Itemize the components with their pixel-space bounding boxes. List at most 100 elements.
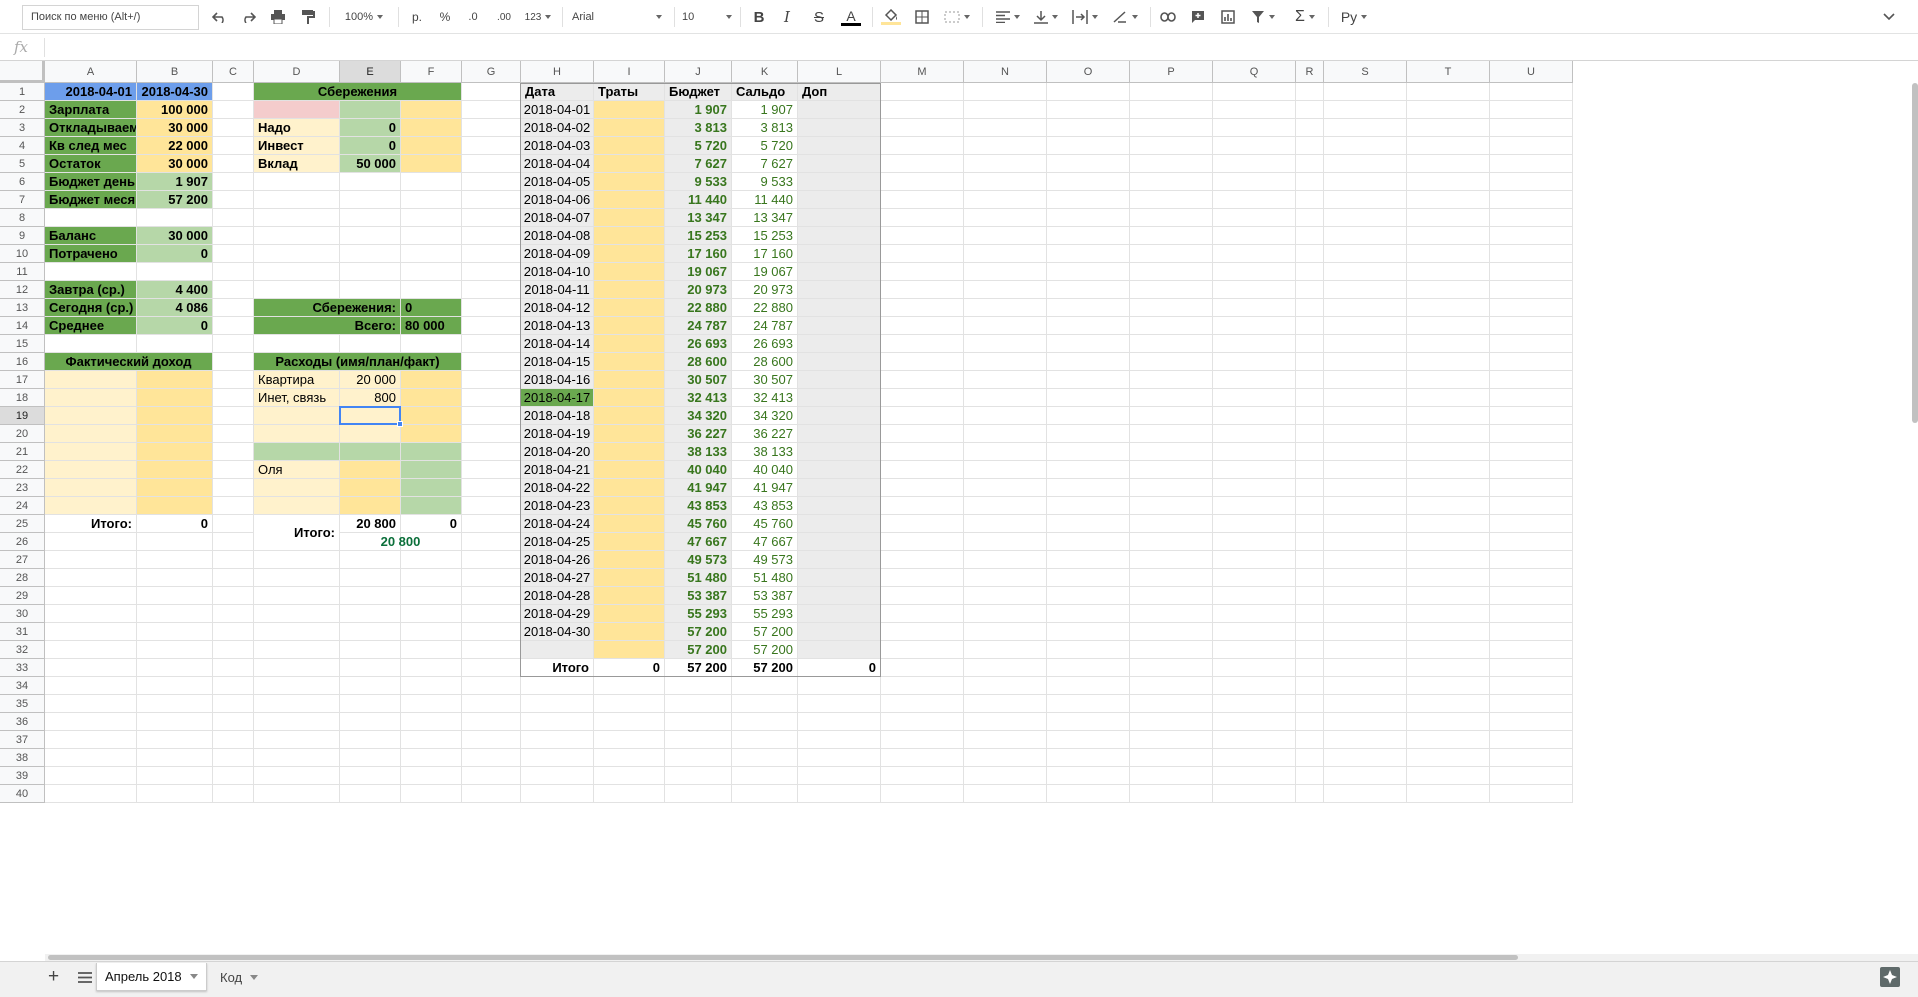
empty-cell[interactable] [1213, 497, 1296, 515]
empty-cell[interactable] [1047, 209, 1130, 227]
empty-cell[interactable] [254, 587, 340, 605]
empty-cell[interactable] [1407, 299, 1490, 317]
empty-cell[interactable] [462, 119, 521, 137]
empty-cell[interactable] [1047, 83, 1130, 101]
cell-f24[interactable] [401, 497, 462, 515]
traty-cell[interactable] [594, 299, 665, 317]
empty-cell[interactable] [462, 281, 521, 299]
empty-cell[interactable] [45, 569, 137, 587]
empty-cell[interactable] [732, 695, 798, 713]
cell-d16[interactable]: Расходы (имя/план/факт) [254, 353, 462, 371]
cell-e17[interactable]: 20 000 [340, 371, 401, 389]
traty-cell[interactable] [594, 191, 665, 209]
empty-cell[interactable] [1047, 191, 1130, 209]
saldo-cell[interactable]: 11 440 [732, 191, 798, 209]
empty-cell[interactable] [1490, 83, 1573, 101]
row-header-32[interactable]: 32 [0, 641, 45, 659]
dop-cell[interactable] [798, 245, 881, 263]
date-cell[interactable]: 2018-04-08 [521, 227, 594, 245]
cell-e24[interactable] [340, 497, 401, 515]
saldo-cell[interactable]: 3 813 [732, 119, 798, 137]
saldo-cell[interactable]: 34 320 [732, 407, 798, 425]
budget-cell[interactable]: 19 067 [665, 263, 732, 281]
empty-cell[interactable] [1490, 317, 1573, 335]
empty-cell[interactable] [594, 695, 665, 713]
budget-cell[interactable]: 30 507 [665, 371, 732, 389]
empty-cell[interactable] [45, 623, 137, 641]
empty-cell[interactable] [1490, 677, 1573, 695]
empty-cell[interactable] [1047, 713, 1130, 731]
empty-cell[interactable] [1324, 371, 1407, 389]
traty-cell[interactable] [594, 533, 665, 551]
column-header-f[interactable]: F [401, 61, 462, 83]
empty-cell[interactable] [1407, 623, 1490, 641]
cell-d17[interactable]: Квартира [254, 371, 340, 389]
empty-cell[interactable] [1324, 767, 1407, 785]
column-header-a[interactable]: A [45, 61, 137, 83]
empty-cell[interactable] [401, 209, 462, 227]
saldo-cell[interactable]: 47 667 [732, 533, 798, 551]
empty-cell[interactable] [1407, 641, 1490, 659]
date-cell[interactable]: 2018-04-21 [521, 461, 594, 479]
empty-cell[interactable] [45, 767, 137, 785]
saldo-cell[interactable]: 55 293 [732, 605, 798, 623]
saldo-cell[interactable]: 22 880 [732, 299, 798, 317]
empty-cell[interactable] [1296, 263, 1324, 281]
column-header-k[interactable]: K [732, 61, 798, 83]
empty-cell[interactable] [881, 101, 964, 119]
empty-cell[interactable] [213, 677, 254, 695]
empty-cell[interactable] [798, 695, 881, 713]
empty-cell[interactable] [254, 227, 340, 245]
row-header-20[interactable]: 20 [0, 425, 45, 443]
empty-cell[interactable] [881, 389, 964, 407]
total-label[interactable]: Итого [521, 659, 594, 677]
budget-cell[interactable]: 17 160 [665, 245, 732, 263]
empty-cell[interactable] [1407, 209, 1490, 227]
empty-cell[interactable] [964, 371, 1047, 389]
budget-cell[interactable]: 38 133 [665, 443, 732, 461]
empty-cell[interactable] [964, 83, 1047, 101]
empty-cell[interactable] [213, 299, 254, 317]
total-dop[interactable]: 0 [798, 659, 881, 677]
empty-cell[interactable] [401, 713, 462, 731]
empty-cell[interactable] [1213, 209, 1296, 227]
empty-cell[interactable] [1130, 353, 1213, 371]
fill-color-icon[interactable] [878, 5, 904, 29]
empty-cell[interactable] [1407, 101, 1490, 119]
traty-cell[interactable] [594, 425, 665, 443]
row-header-34[interactable]: 34 [0, 677, 45, 695]
cell-f20[interactable] [401, 425, 462, 443]
empty-cell[interactable] [1407, 281, 1490, 299]
row-header-35[interactable]: 35 [0, 695, 45, 713]
empty-cell[interactable] [964, 605, 1047, 623]
empty-cell[interactable] [213, 713, 254, 731]
saldo-cell[interactable]: 53 387 [732, 587, 798, 605]
italic-button[interactable]: I [776, 5, 798, 29]
empty-cell[interactable] [462, 677, 521, 695]
empty-cell[interactable] [1407, 227, 1490, 245]
cell-a13[interactable]: Сегодня (ср.) [45, 299, 137, 317]
empty-cell[interactable] [964, 353, 1047, 371]
empty-cell[interactable] [1296, 713, 1324, 731]
empty-cell[interactable] [881, 515, 964, 533]
empty-cell[interactable] [665, 749, 732, 767]
zoom-select[interactable]: 100% [336, 5, 392, 29]
empty-cell[interactable] [45, 641, 137, 659]
empty-cell[interactable] [1047, 173, 1130, 191]
empty-cell[interactable] [1130, 623, 1213, 641]
cell-d23[interactable] [254, 479, 340, 497]
traty-cell[interactable] [594, 407, 665, 425]
empty-cell[interactable] [1407, 515, 1490, 533]
cell-a16[interactable]: Фактический доход [45, 353, 213, 371]
saldo-cell[interactable]: 19 067 [732, 263, 798, 281]
empty-cell[interactable] [254, 209, 340, 227]
empty-cell[interactable] [1130, 713, 1213, 731]
empty-cell[interactable] [1324, 173, 1407, 191]
empty-cell[interactable] [401, 785, 462, 803]
empty-cell[interactable] [1047, 659, 1130, 677]
cell-f23[interactable] [401, 479, 462, 497]
empty-cell[interactable] [1296, 461, 1324, 479]
empty-cell[interactable] [1047, 119, 1130, 137]
empty-cell[interactable] [401, 551, 462, 569]
dop-cell[interactable] [798, 371, 881, 389]
